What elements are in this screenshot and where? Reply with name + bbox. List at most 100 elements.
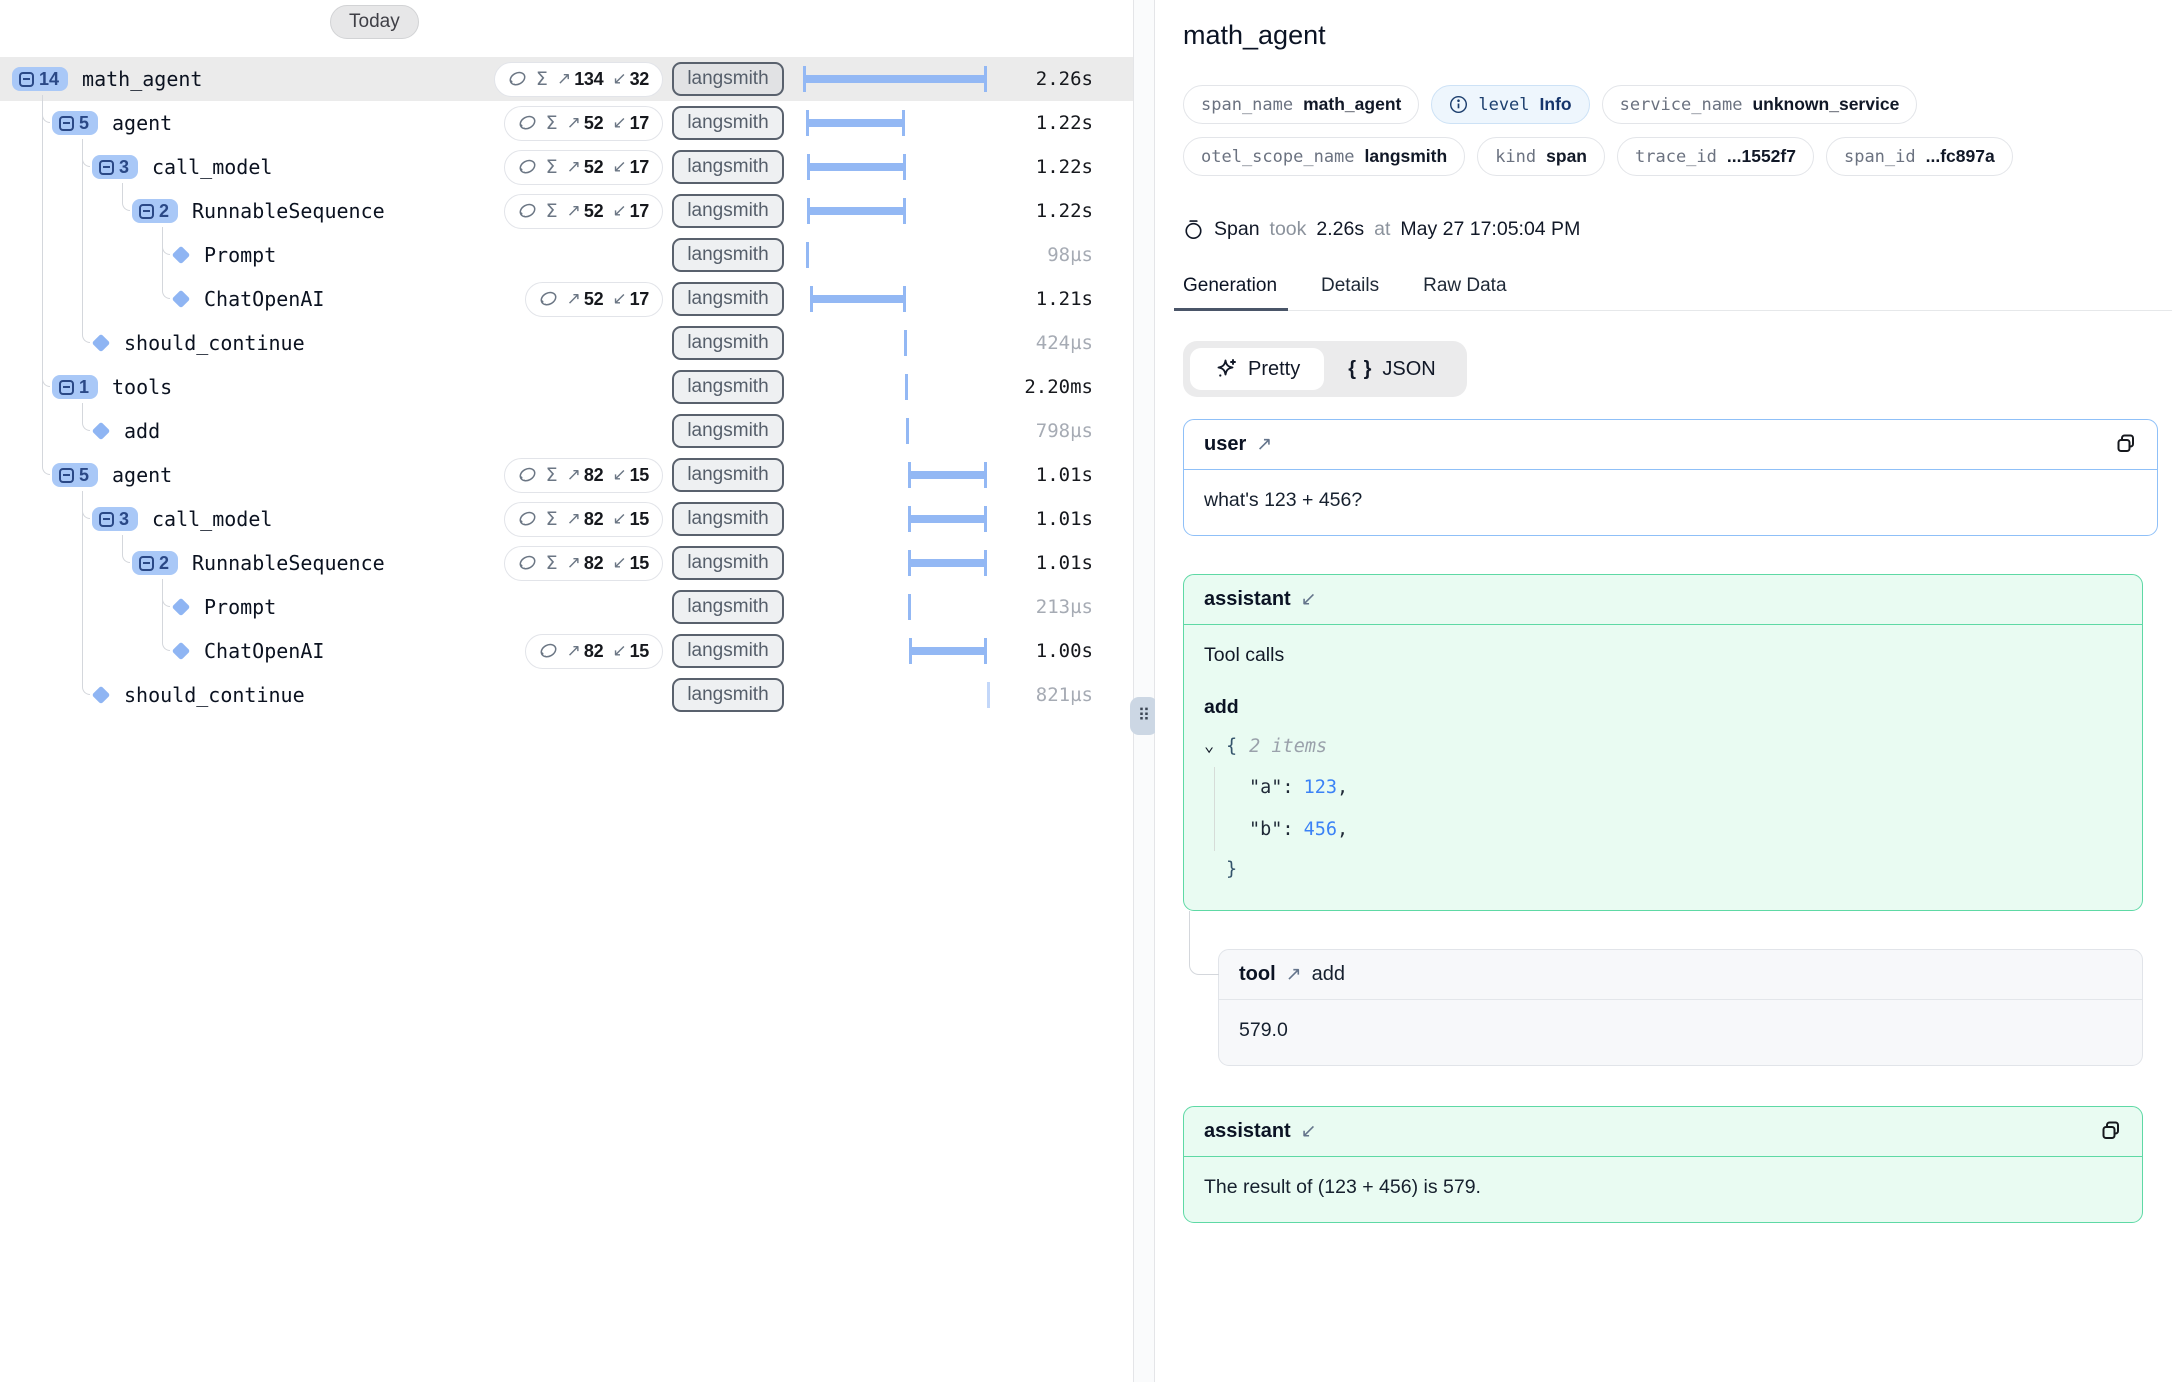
- duration-bar: [807, 207, 906, 215]
- tab-details[interactable]: Details: [1321, 275, 1379, 310]
- tab-raw-data[interactable]: Raw Data: [1423, 275, 1506, 310]
- tree-row-RunnableSequence[interactable]: 2RunnableSequenceΣ↗52↙17langsmith1.22s: [0, 189, 1133, 233]
- node-name: add: [124, 419, 160, 443]
- sigma-icon: Σ: [546, 552, 558, 574]
- items-count-label: 2 items: [1249, 734, 1327, 760]
- collapse-badge[interactable]: 5: [52, 111, 98, 135]
- token-column: Σ↗134↙32: [473, 62, 663, 97]
- message-card-assistant-final: assistant ↙ The result of (123 + 456) is…: [1183, 1106, 2143, 1223]
- pill-key: span_id: [1844, 147, 1916, 167]
- duration-bar: [807, 163, 906, 171]
- open-brace: {: [1226, 734, 1237, 760]
- collapse-badge[interactable]: 3: [92, 507, 138, 531]
- child-count: 5: [79, 114, 89, 132]
- assistant-message-header[interactable]: assistant ↙: [1184, 1107, 2142, 1157]
- collapse-chevron-icon[interactable]: ⌄: [1204, 735, 1226, 759]
- duration-bar-track: [793, 673, 993, 717]
- duration-tick: [904, 330, 907, 356]
- assistant-final-body: The result of (123 + 456) is 579.: [1184, 1157, 2142, 1222]
- pill-value: ...fc897a: [1926, 146, 1995, 167]
- sigma-icon: Σ: [546, 112, 558, 134]
- collapse-minus-icon: [59, 116, 74, 131]
- tree-row-add[interactable]: addlangsmith798µs: [0, 409, 1133, 453]
- collapse-badge[interactable]: 14: [12, 67, 68, 91]
- langsmith-tag: langsmith: [672, 238, 783, 272]
- tree-row-main: 3call_model: [0, 507, 473, 531]
- tree-row-main: should_continue: [0, 683, 473, 707]
- tag-column: langsmith: [663, 634, 793, 668]
- tree-row-agent[interactable]: 5agentΣ↗82↙15langsmith1.01s: [0, 453, 1133, 497]
- collapse-badge[interactable]: 2: [132, 551, 178, 575]
- tree-row-call_model[interactable]: 3call_modelΣ↗82↙15langsmith1.01s: [0, 497, 1133, 541]
- copy-icon: [2099, 1119, 2123, 1143]
- node-name: Prompt: [204, 595, 276, 619]
- duration-bar: [908, 471, 987, 479]
- collapse-minus-icon: [139, 556, 154, 571]
- pill-value: span: [1546, 146, 1587, 167]
- tree-row-should_continue[interactable]: should_continuelangsmith821µs: [0, 673, 1133, 717]
- arrow-up-right-icon: ↗: [567, 289, 581, 309]
- arrow-down-left-icon: ↙: [612, 157, 626, 177]
- coin-icon: [539, 290, 558, 309]
- tree-row-tools[interactable]: 1toolslangsmith2.20ms: [0, 365, 1133, 409]
- tool-calls-label: Tool calls: [1204, 642, 2122, 669]
- node-name: call_model: [152, 155, 272, 179]
- panel-resize-handle[interactable]: ⠿: [1130, 697, 1158, 735]
- arrow-up-right-icon: ↗: [567, 157, 581, 177]
- pretty-view-button[interactable]: Pretty: [1190, 348, 1324, 390]
- json-view-button[interactable]: { } JSON: [1324, 348, 1459, 390]
- collapse-badge[interactable]: 1: [52, 375, 98, 399]
- tree-row-agent[interactable]: 5agentΣ↗52↙17langsmith1.22s: [0, 101, 1133, 145]
- message-role: assistant: [1204, 1120, 1291, 1143]
- tree-row-main: 1tools: [0, 375, 473, 399]
- duration-label: 1.00s: [993, 640, 1093, 662]
- message-role: user: [1204, 433, 1246, 456]
- tree-row-main: 5agent: [0, 111, 473, 135]
- duration-label: 1.01s: [993, 464, 1093, 486]
- tree-row-should_continue[interactable]: should_continuelangsmith424µs: [0, 321, 1133, 365]
- input-arrow-icon: ↗: [1286, 963, 1302, 986]
- message-card-assistant-toolcall: assistant ↙ Tool calls add ⌄ { 2 items "…: [1183, 574, 2143, 911]
- pill-value: langsmith: [1365, 146, 1448, 167]
- coin-icon: [518, 202, 537, 221]
- tree-row-math_agent[interactable]: 14math_agentΣ↗134↙32langsmith2.26s: [0, 57, 1133, 101]
- arrow-down-left-icon: ↙: [612, 113, 626, 133]
- node-name: RunnableSequence: [192, 199, 385, 223]
- tag-column: langsmith: [663, 106, 793, 140]
- tab-generation[interactable]: Generation: [1183, 275, 1277, 310]
- tool-call-name: add: [1204, 694, 2122, 721]
- coin-icon: [518, 158, 537, 177]
- token-column: Σ↗82↙15: [473, 502, 663, 537]
- tag-column: langsmith: [663, 458, 793, 492]
- collapse-badge[interactable]: 2: [132, 199, 178, 223]
- copy-button[interactable]: [2096, 1117, 2126, 1147]
- tool-message-header[interactable]: tool ↗ add: [1219, 950, 2142, 1000]
- tree-connector: [42, 95, 44, 457]
- tree-row-main: 14math_agent: [0, 67, 473, 91]
- child-count: 2: [159, 202, 169, 220]
- tree-row-RunnableSequence[interactable]: 2RunnableSequenceΣ↗82↙15langsmith1.01s: [0, 541, 1133, 585]
- arrow-up-right-icon: ↗: [567, 509, 581, 529]
- collapse-badge[interactable]: 5: [52, 463, 98, 487]
- user-message-header[interactable]: user ↗: [1184, 420, 2157, 470]
- tree-connector: [82, 403, 84, 413]
- child-count: 5: [79, 466, 89, 484]
- tree-row-call_model[interactable]: 3call_modelΣ↗52↙17langsmith1.22s: [0, 145, 1133, 189]
- pill-value: math_agent: [1303, 94, 1401, 115]
- output-tokens: ↙15: [612, 641, 649, 662]
- copy-button[interactable]: [2111, 430, 2141, 460]
- collapse-badge[interactable]: 3: [92, 155, 138, 179]
- tree-row-main: ChatOpenAI: [0, 287, 473, 311]
- langsmith-tag: langsmith: [672, 150, 783, 184]
- token-usage-badge: Σ↗52↙17: [504, 106, 663, 141]
- attribute-pill-kind: kindspan: [1477, 137, 1605, 176]
- duration-bar-track: [793, 233, 993, 277]
- duration-label: 1.22s: [993, 200, 1093, 222]
- tag-column: langsmith: [663, 282, 793, 316]
- attribute-pill-level: levelInfo: [1431, 85, 1589, 124]
- arrow-up-right-icon: ↗: [567, 553, 581, 573]
- arrow-down-left-icon: ↙: [612, 465, 626, 485]
- assistant-message-header[interactable]: assistant ↙: [1184, 575, 2142, 625]
- duration-label: 98µs: [993, 244, 1093, 266]
- tag-column: langsmith: [663, 326, 793, 360]
